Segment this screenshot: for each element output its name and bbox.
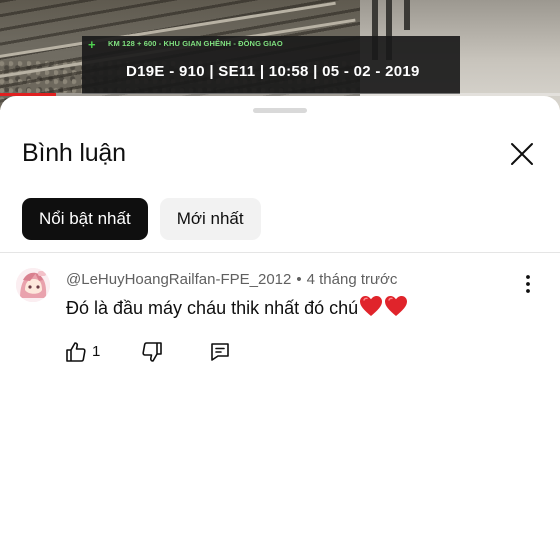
avatar[interactable] bbox=[16, 268, 50, 302]
heart-icon bbox=[385, 296, 408, 316]
video-caption-location: KM 128 + 600 - KHU GIAN GHÊNH - ĐỒNG GIA… bbox=[108, 39, 283, 48]
comment-more-button[interactable] bbox=[518, 272, 538, 296]
comment-item: @LeHuyHoangRailfan-FPE_2012 • 4 tháng trướ… bbox=[0, 264, 560, 384]
video-player[interactable]: + KM 128 + 600 - KHU GIAN GHÊNH - ĐỒNG G… bbox=[0, 0, 560, 110]
plus-icon: + bbox=[88, 37, 96, 52]
drag-handle[interactable] bbox=[253, 108, 307, 113]
comments-title: Bình luận bbox=[22, 139, 126, 167]
video-caption-overlay: + KM 128 + 600 - KHU GIAN GHÊNH - ĐỒNG G… bbox=[82, 36, 460, 94]
meta-separator: • bbox=[296, 271, 302, 288]
close-button[interactable] bbox=[506, 138, 538, 170]
thumbs-down-icon bbox=[142, 342, 162, 362]
reply-icon bbox=[211, 343, 229, 361]
comment-text: Đó là đầu máy cháu thik nhất đó chú bbox=[66, 295, 408, 319]
video-caption-stamp: D19E - 910 | SE11 | 10:58 | 05 - 02 - 20… bbox=[126, 63, 420, 80]
divider bbox=[0, 252, 560, 253]
chip-top-comments[interactable]: Nổi bật nhất bbox=[22, 198, 148, 240]
comment-time: 4 tháng trước bbox=[306, 271, 398, 288]
like-button[interactable]: 1 bbox=[64, 340, 100, 364]
more-vertical-icon bbox=[526, 275, 530, 293]
heart-icon bbox=[360, 296, 383, 316]
avatar-anime-character-icon bbox=[16, 268, 50, 302]
chip-newest-first[interactable]: Mới nhất bbox=[159, 198, 261, 240]
thumbs-up-icon bbox=[66, 342, 86, 362]
comments-sheet: Bình luận Nổi bật nhất Mới nhất @LeHuyHo… bbox=[0, 96, 560, 560]
video-frame-post bbox=[404, 0, 410, 30]
comment-author[interactable]: @LeHuyHoangRailfan-FPE_2012 bbox=[66, 271, 291, 288]
comment-filter-chips: Nổi bật nhất Mới nhất bbox=[22, 198, 261, 240]
close-icon bbox=[511, 143, 533, 165]
comment-meta: @LeHuyHoangRailfan-FPE_2012 • 4 tháng trướ… bbox=[66, 271, 397, 288]
comment-body: Đó là đầu máy cháu thik nhất đó chú bbox=[66, 298, 359, 318]
reply-button[interactable] bbox=[208, 340, 232, 364]
like-count: 1 bbox=[92, 343, 101, 360]
dislike-button[interactable] bbox=[140, 340, 164, 364]
